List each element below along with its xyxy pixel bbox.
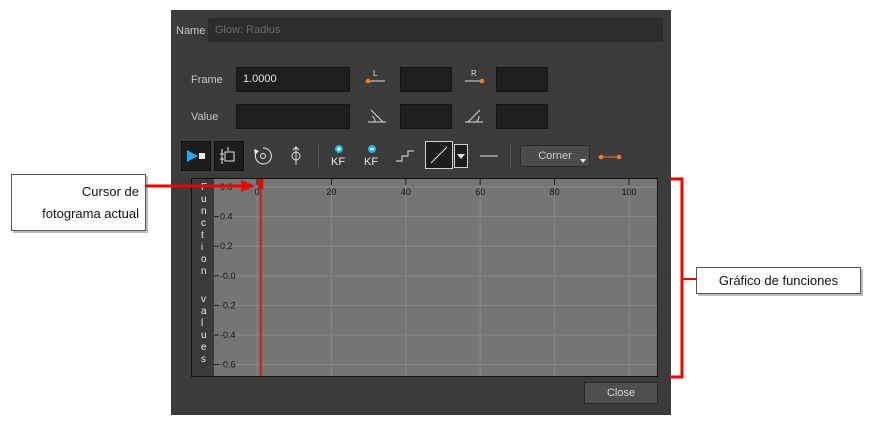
value-field[interactable] xyxy=(236,104,350,129)
svg-text:KF: KF xyxy=(331,156,345,168)
svg-text:KF: KF xyxy=(364,156,378,168)
linear-interpolation-button[interactable] xyxy=(425,141,453,169)
corner-label: Corner xyxy=(538,150,572,162)
rotate-button[interactable] xyxy=(248,141,278,171)
y-axis-title-letter: s xyxy=(201,354,206,365)
chevron-down-icon xyxy=(457,154,465,159)
y-axis-title-letter: i xyxy=(201,242,204,253)
function-editor-dialog: Name Glow: Radius Frame 1.0000 L R Value xyxy=(171,10,671,415)
left-angle-field[interactable] xyxy=(400,104,452,129)
y-axis-title-letter: a xyxy=(201,306,207,317)
remove-keyframe-icon: KF xyxy=(364,145,378,168)
stop-motion-button[interactable] xyxy=(390,141,420,171)
left-handle-field[interactable] xyxy=(400,67,452,92)
remove-keyframe-button[interactable]: KF xyxy=(357,141,387,171)
svg-text:R: R xyxy=(471,69,477,78)
frame-label: Frame xyxy=(191,74,223,86)
close-button[interactable]: Close xyxy=(584,382,658,404)
right-handle-icon: R xyxy=(465,69,485,84)
left-handle-icon: L xyxy=(365,69,385,84)
frame-fit-button[interactable] xyxy=(214,141,244,171)
y-tick-label: -0.6 xyxy=(220,360,236,370)
graph-canvas[interactable]: 0204060801000.60.40.2-0.0-0.2-0.4-0.6 xyxy=(192,179,657,376)
right-handle-field[interactable] xyxy=(496,67,548,92)
y-axis-title-letter: n xyxy=(201,206,207,217)
svg-text:L: L xyxy=(373,69,378,78)
graph-bracket xyxy=(670,177,696,379)
dropdown-corner-icon xyxy=(580,159,586,163)
cursor-callout: Cursor de fotograma actual xyxy=(11,174,146,231)
cursor-callout-line1: Cursor de xyxy=(81,184,139,199)
grid-frame-icon xyxy=(220,147,235,164)
y-axis-title-letter: t xyxy=(201,230,204,241)
add-keyframe-icon: KF xyxy=(331,145,345,168)
x-tick-label: 100 xyxy=(621,187,636,197)
function-graph[interactable]: 0204060801000.60.40.2-0.0-0.2-0.4-0.6 Fu… xyxy=(191,178,658,377)
frame-field[interactable]: 1.0000 xyxy=(236,67,350,92)
right-angle-icon xyxy=(465,109,483,123)
x-tick-label: 80 xyxy=(550,187,560,197)
play-cursor-icon xyxy=(187,150,205,162)
y-tick-label: 0.2 xyxy=(220,241,233,251)
left-angle-icon xyxy=(368,109,386,123)
constant-segment-button[interactable] xyxy=(474,141,504,171)
y-axis-title-letter: v xyxy=(201,294,206,305)
graph-callout: Gráfico de funciones xyxy=(696,267,861,294)
y-axis-title-letter: u xyxy=(201,194,207,205)
y-axis-title-letter: l xyxy=(201,318,204,329)
vertical-handle-icon xyxy=(291,146,301,165)
diagonal-line-icon xyxy=(430,146,448,164)
value-label: Value xyxy=(191,111,219,123)
x-tick-label: 60 xyxy=(475,187,485,197)
cursor-callout-line2: fotograma actual xyxy=(42,206,139,221)
add-keyframe-button[interactable]: KF xyxy=(324,141,354,171)
x-tick-label: 20 xyxy=(326,187,336,197)
y-axis-title-letter: c xyxy=(201,218,206,229)
corner-dropdown[interactable]: Corner xyxy=(520,145,590,167)
move-vertical-button[interactable] xyxy=(281,141,311,171)
x-tick-label: 40 xyxy=(401,187,411,197)
rotate-icon xyxy=(254,147,272,165)
play-mode-button[interactable] xyxy=(181,141,211,171)
y-axis-title-letter: u xyxy=(201,330,207,341)
interpolation-dropdown[interactable] xyxy=(454,144,468,168)
right-angle-field[interactable] xyxy=(496,104,548,129)
y-tick-label: -0.0 xyxy=(220,271,236,281)
cursor-callout-arrow xyxy=(145,180,255,192)
smooth-handle-icon[interactable] xyxy=(598,150,622,164)
y-tick-label: -0.4 xyxy=(220,330,236,340)
name-label: Name xyxy=(176,25,206,37)
y-axis-title-letter: o xyxy=(201,254,207,265)
horizontal-line-icon xyxy=(480,155,498,157)
y-tick-label: 0.4 xyxy=(220,212,233,222)
y-axis-title-letter: n xyxy=(201,266,207,277)
step-icon xyxy=(396,150,414,162)
y-axis-title-letter: e xyxy=(201,342,207,353)
name-field[interactable]: Glow: Radius xyxy=(208,18,663,42)
y-tick-label: -0.2 xyxy=(220,300,236,310)
